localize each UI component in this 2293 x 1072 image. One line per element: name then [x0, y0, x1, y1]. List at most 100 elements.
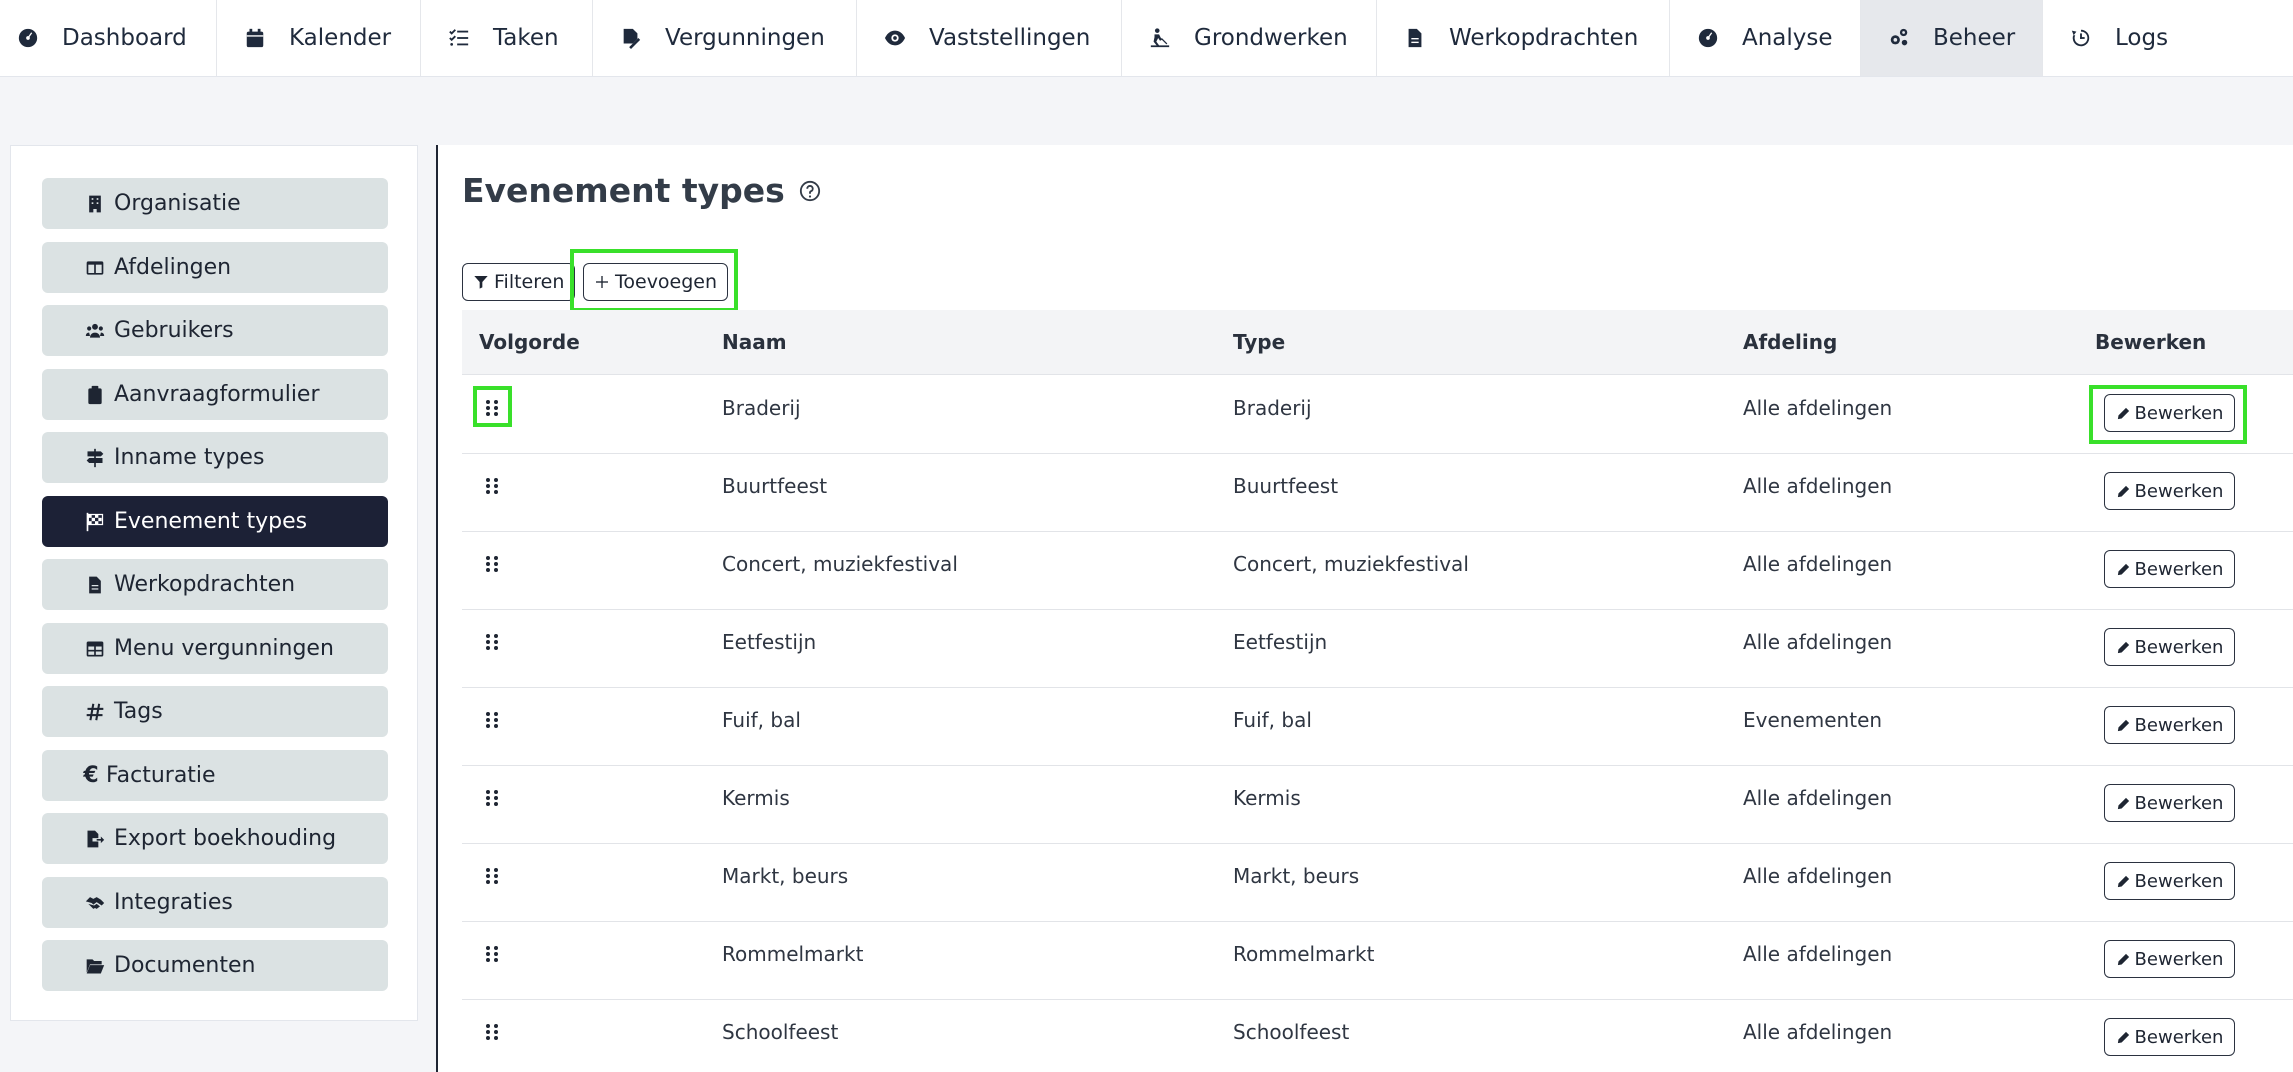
nav-vaststellingen[interactable]: Vaststellingen — [857, 0, 1122, 76]
table-row: Eetfestijn Eetfestijn Alle afdelingen Be… — [462, 610, 2293, 688]
nav-werkopdrachten[interactable]: Werkopdrachten — [1377, 0, 1670, 76]
sidebar-item-tags[interactable]: Tags — [42, 686, 388, 737]
drag-handle-icon[interactable] — [482, 866, 502, 886]
sidebar-item-export-boekhouding[interactable]: Export boekhouding — [42, 813, 388, 864]
nav-beheer[interactable]: Beheer — [1861, 0, 2043, 76]
filter-icon — [474, 276, 488, 289]
cell-department: Alle afdelingen — [1743, 1020, 1893, 1044]
sidebar-item-aanvraagformulier[interactable]: Aanvraagformulier — [42, 369, 388, 420]
sidebar-item-werkopdrachten[interactable]: Werkopdrachten — [42, 559, 388, 610]
edit-button[interactable]: Bewerken — [2104, 394, 2235, 432]
table-icon — [84, 638, 106, 660]
nav-dashboard[interactable]: Dashboard — [0, 0, 217, 76]
edit-button[interactable]: Bewerken — [2104, 550, 2235, 588]
cell-name: Fuif, bal — [722, 708, 801, 732]
drag-handle-icon[interactable] — [482, 632, 502, 652]
edit-button[interactable]: Bewerken — [2104, 862, 2235, 900]
building-icon — [84, 193, 106, 215]
cell-type: Rommelmarkt — [1233, 942, 1375, 966]
nav-taken[interactable]: Taken — [421, 0, 593, 76]
gears-icon — [1887, 26, 1911, 50]
cell-name: Rommelmarkt — [722, 942, 864, 966]
sidebar-item-integraties[interactable]: Integraties — [42, 877, 388, 928]
edit-button[interactable]: Bewerken — [2104, 706, 2235, 744]
sidebar-item-evenement-types[interactable]: Evenement types — [42, 496, 388, 547]
cell-type: Eetfestijn — [1233, 630, 1328, 654]
sidebar: Organisatie Afdelingen Gebruikers Aanvra… — [10, 145, 418, 1021]
drag-handle-icon[interactable] — [482, 1022, 502, 1042]
edit-button-label: Bewerken — [2134, 636, 2224, 658]
cell-department: Alle afdelingen — [1743, 630, 1893, 654]
drag-handle-icon[interactable] — [482, 944, 502, 964]
drag-handle-icon[interactable] — [482, 554, 502, 574]
cell-type: Concert, muziekfestival — [1233, 552, 1469, 576]
filter-button[interactable]: Filteren — [462, 263, 576, 301]
cell-type: Braderij — [1233, 396, 1312, 420]
pencil-icon — [2117, 485, 2129, 497]
edit-button-label: Bewerken — [2134, 714, 2224, 736]
main-panel: Evenement types Filteren Toevoegen Volgo… — [436, 145, 2293, 1072]
cell-name: Eetfestijn — [722, 630, 817, 654]
column-header-order[interactable]: Volgorde — [479, 310, 580, 375]
document-icon — [84, 574, 106, 596]
column-header-type[interactable]: Type — [1233, 310, 1285, 375]
sidebar-item-label: Facturatie — [106, 763, 216, 788]
clipboard-icon — [84, 384, 106, 406]
folder-open-icon — [84, 955, 106, 977]
cell-department: Alle afdelingen — [1743, 396, 1893, 420]
add-button[interactable]: Toevoegen — [583, 263, 729, 301]
pencil-icon — [2117, 1031, 2129, 1043]
cell-name: Concert, muziekfestival — [722, 552, 958, 576]
sidebar-item-label: Afdelingen — [114, 255, 232, 280]
drag-handle-icon[interactable] — [482, 476, 502, 496]
nav-grondwerken[interactable]: Grondwerken — [1122, 0, 1377, 76]
cell-department: Evenementen — [1743, 708, 1883, 732]
drag-handle-icon[interactable] — [482, 788, 502, 808]
drag-handle-icon[interactable] — [482, 710, 502, 730]
table-row: Concert, muziekfestival Concert, muziekf… — [462, 532, 2293, 610]
eye-icon — [883, 26, 907, 50]
nav-label: Grondwerken — [1194, 25, 1348, 51]
table-row: Buurtfeest Buurtfeest Alle afdelingen Be… — [462, 454, 2293, 532]
sidebar-item-menu-vergunningen[interactable]: Menu vergunningen — [42, 623, 388, 674]
document-icon — [1403, 26, 1427, 50]
nav-analyse[interactable]: Analyse — [1670, 0, 1861, 76]
signed-file-icon — [619, 26, 643, 50]
edit-button-label: Bewerken — [2134, 792, 2224, 814]
nav-vergunningen[interactable]: Vergunningen — [593, 0, 857, 76]
sidebar-item-gebruikers[interactable]: Gebruikers — [42, 305, 388, 356]
edit-button[interactable]: Bewerken — [2104, 1018, 2235, 1056]
edit-button[interactable]: Bewerken — [2104, 628, 2235, 666]
sidebar-item-documenten[interactable]: Documenten — [42, 940, 388, 991]
question-circle-icon[interactable] — [799, 180, 821, 202]
table-row: Schoolfeest Schoolfeest Alle afdelingen … — [462, 1000, 2293, 1072]
drag-handle-icon[interactable] — [482, 398, 502, 418]
column-header-name[interactable]: Naam — [722, 310, 787, 375]
gauge-icon — [1696, 26, 1720, 50]
edit-button[interactable]: Bewerken — [2104, 472, 2235, 510]
edit-button[interactable]: Bewerken — [2104, 784, 2235, 822]
edit-button[interactable]: Bewerken — [2104, 940, 2235, 978]
sidebar-item-label: Gebruikers — [114, 318, 234, 343]
column-header-department[interactable]: Afdeling — [1743, 310, 1837, 375]
sidebar-item-facturatie[interactable]: € Facturatie — [42, 750, 388, 801]
cell-type: Markt, beurs — [1233, 864, 1360, 888]
digging-icon — [1148, 26, 1172, 50]
pencil-icon — [2117, 875, 2129, 887]
table-header: Volgorde Naam Type Afdeling Bewerken — [462, 310, 2293, 375]
cell-name: Buurtfeest — [722, 474, 828, 498]
edit-button-label: Bewerken — [2134, 402, 2224, 424]
handshake-icon — [84, 892, 106, 914]
cell-department: Alle afdelingen — [1743, 864, 1893, 888]
cell-name: Schoolfeest — [722, 1020, 839, 1044]
euro-icon: € — [83, 763, 99, 788]
sidebar-item-afdelingen[interactable]: Afdelingen — [42, 242, 388, 293]
sidebar-item-organisatie[interactable]: Organisatie — [42, 178, 388, 229]
cell-department: Alle afdelingen — [1743, 552, 1893, 576]
sidebar-item-inname-types[interactable]: Inname types — [42, 432, 388, 483]
nav-label: Vergunningen — [665, 25, 825, 51]
nav-kalender[interactable]: Kalender — [217, 0, 421, 76]
filter-button-label: Filteren — [494, 271, 565, 293]
nav-logs[interactable]: Logs — [2043, 0, 2193, 76]
hashtag-icon — [84, 701, 106, 723]
